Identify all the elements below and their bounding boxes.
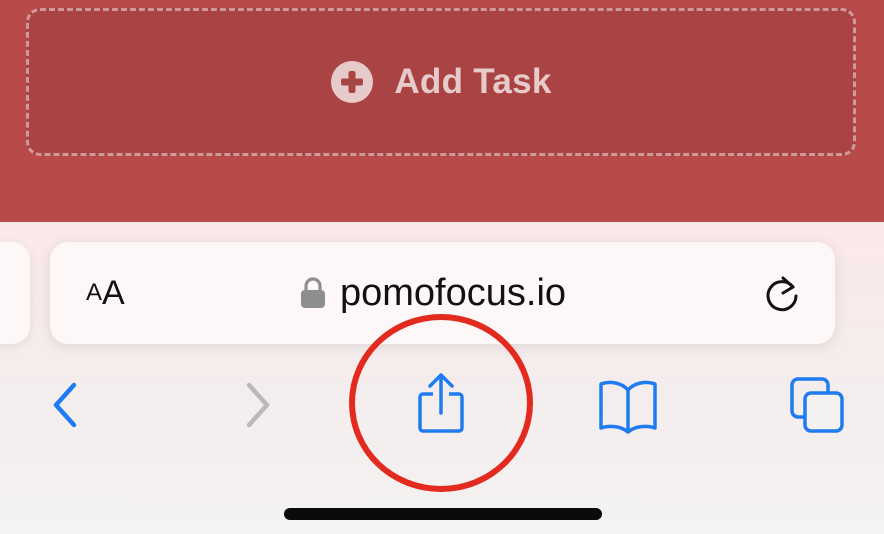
bookmarks-button[interactable] <box>597 375 659 437</box>
text-size-button[interactable]: AA <box>86 242 125 344</box>
address-bar[interactable]: AA pomofocus.io <box>50 242 835 344</box>
lock-icon <box>301 277 325 308</box>
reload-icon[interactable] <box>762 274 802 314</box>
text-size-big-glyph: A <box>102 273 125 312</box>
tabs-icon <box>790 377 844 433</box>
chevron-right-icon <box>246 382 270 428</box>
add-task-button[interactable]: Add Task <box>26 8 856 156</box>
tabs-button[interactable] <box>786 374 848 436</box>
url-text: pomofocus.io <box>340 271 567 314</box>
home-indicator[interactable] <box>284 508 602 520</box>
forward-button[interactable] <box>227 374 289 436</box>
text-size-small-glyph: A <box>86 279 103 306</box>
chevron-left-icon <box>53 382 77 428</box>
plus-circle-icon <box>331 61 374 103</box>
book-icon <box>599 380 657 434</box>
add-task-label: Add Task <box>394 62 552 101</box>
previous-tab-bar[interactable] <box>0 242 30 344</box>
url-display[interactable]: pomofocus.io <box>300 242 566 344</box>
back-button[interactable] <box>34 374 96 436</box>
share-button[interactable] <box>410 372 472 434</box>
share-icon <box>418 373 464 433</box>
